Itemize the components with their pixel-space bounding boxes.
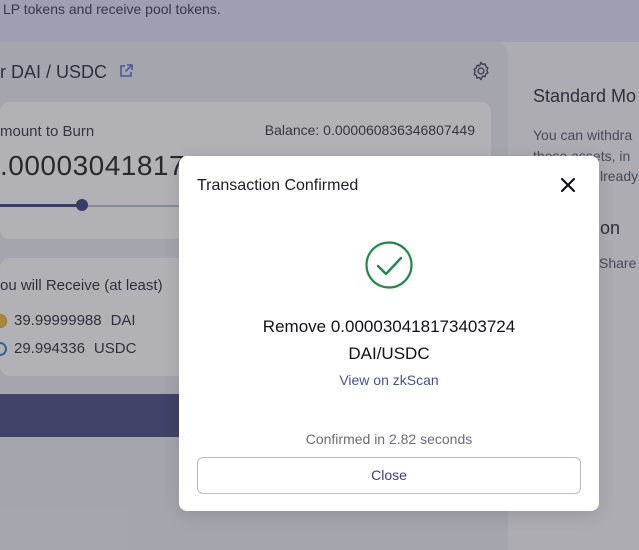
remove-pair-text: DAI/USDC: [348, 344, 430, 363]
check-circle-icon: [365, 241, 413, 289]
close-button[interactable]: Close: [197, 457, 581, 494]
modal-title: Transaction Confirmed: [197, 177, 359, 194]
remove-amount-text: Remove 0.000030418173403724: [262, 317, 516, 336]
confirmed-time-text: Confirmed in 2.82 seconds: [305, 431, 473, 447]
view-on-zkscan-link[interactable]: View on zkScan: [179, 372, 599, 388]
close-icon[interactable]: [559, 176, 577, 194]
transaction-confirmed-modal: Transaction Confirmed Remove 0.000030418…: [179, 156, 599, 511]
